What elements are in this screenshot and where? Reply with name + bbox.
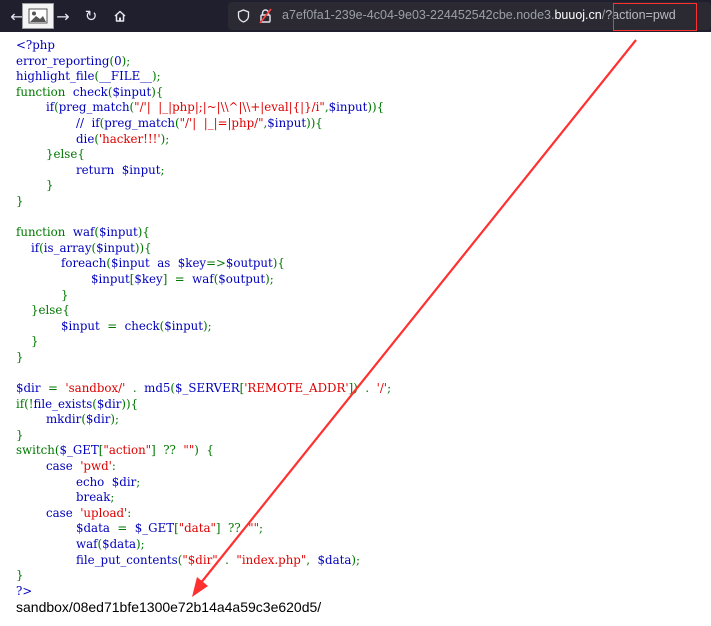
reload-icon: ↻ [84, 7, 98, 25]
php-source-code: <?php error_reporting(0); highlight_file… [16, 38, 391, 599]
url-query-highlight-box [613, 3, 697, 31]
forward-button[interactable]: → [52, 5, 74, 27]
reload-button[interactable]: ↻ [80, 5, 102, 27]
tracking-shield-icon [237, 9, 250, 23]
home-button[interactable] [108, 5, 132, 27]
code-line: waf($data); [16, 537, 145, 551]
page-output-text: sandbox/08ed71bfe1300e72b14a4a59c3e620d5… [16, 599, 322, 615]
code-line: } [61, 287, 69, 302]
code-line: case 'pwd': [16, 459, 116, 474]
forward-arrow-icon: → [56, 6, 70, 26]
code-line: return $input; [16, 162, 165, 177]
code-line: $dir = 'sandbox/' . md5($_SERVER['REMOTE… [16, 381, 392, 396]
code-line: if(preg_match("/'| |_|php|;|~|\\^|\\+|ev… [16, 100, 385, 115]
code-line: }else{ [46, 147, 85, 162]
code-line: <?php [16, 38, 55, 52]
code-line: die('hacker!!!'); [16, 131, 170, 146]
code-line: switch($_GET["action"] ?? "") { [16, 443, 214, 458]
url-host: a7ef0fa1-239e-4c04-9e03-224452542cbe.nod… [282, 8, 555, 22]
code-line: }else{ [31, 303, 70, 318]
code-line: function check($input){ [16, 84, 164, 99]
code-line: } [16, 193, 24, 208]
code-line: $data = $_GET["data"] ?? ""; [16, 521, 264, 536]
code-line: } [16, 427, 24, 442]
code-line: } [16, 568, 24, 583]
code-line: break; [16, 490, 115, 505]
url-domain: buuoj.cn [554, 8, 602, 22]
code-line: } [31, 334, 39, 349]
code-line: file_put_contents("$dir" . "index.php", … [16, 552, 361, 567]
home-icon [114, 10, 126, 22]
code-line: $input = check($input); [16, 318, 212, 333]
code-line: function waf($input){ [16, 225, 150, 240]
code-line: echo $dir; [16, 474, 141, 489]
code-line: foreach($input as $key=>$output){ [16, 256, 285, 271]
code-line: // if(preg_match("/'| |_|=|php/",$input)… [16, 115, 323, 130]
image-thumbnail-icon [22, 3, 54, 29]
code-line: } [46, 178, 54, 193]
code-line: mkdir($dir); [16, 412, 119, 427]
code-line: } [16, 349, 24, 364]
code-line: highlight_file(__FILE__); [16, 69, 161, 84]
browser-toolbar: ← → ↻ a7ef0fa1-239e-4c04-9e03-224452542c… [0, 0, 711, 32]
code-line: ?> [16, 583, 33, 598]
code-line: $input[$key] = waf($output); [16, 271, 274, 286]
insecure-lock-icon [259, 8, 272, 24]
code-line: if(!file_exists($dir)){ [16, 396, 139, 411]
code-line: if(is_array($input)){ [16, 240, 152, 255]
code-line: error_reporting(0); [16, 53, 131, 68]
code-line: case 'upload': [16, 505, 132, 520]
